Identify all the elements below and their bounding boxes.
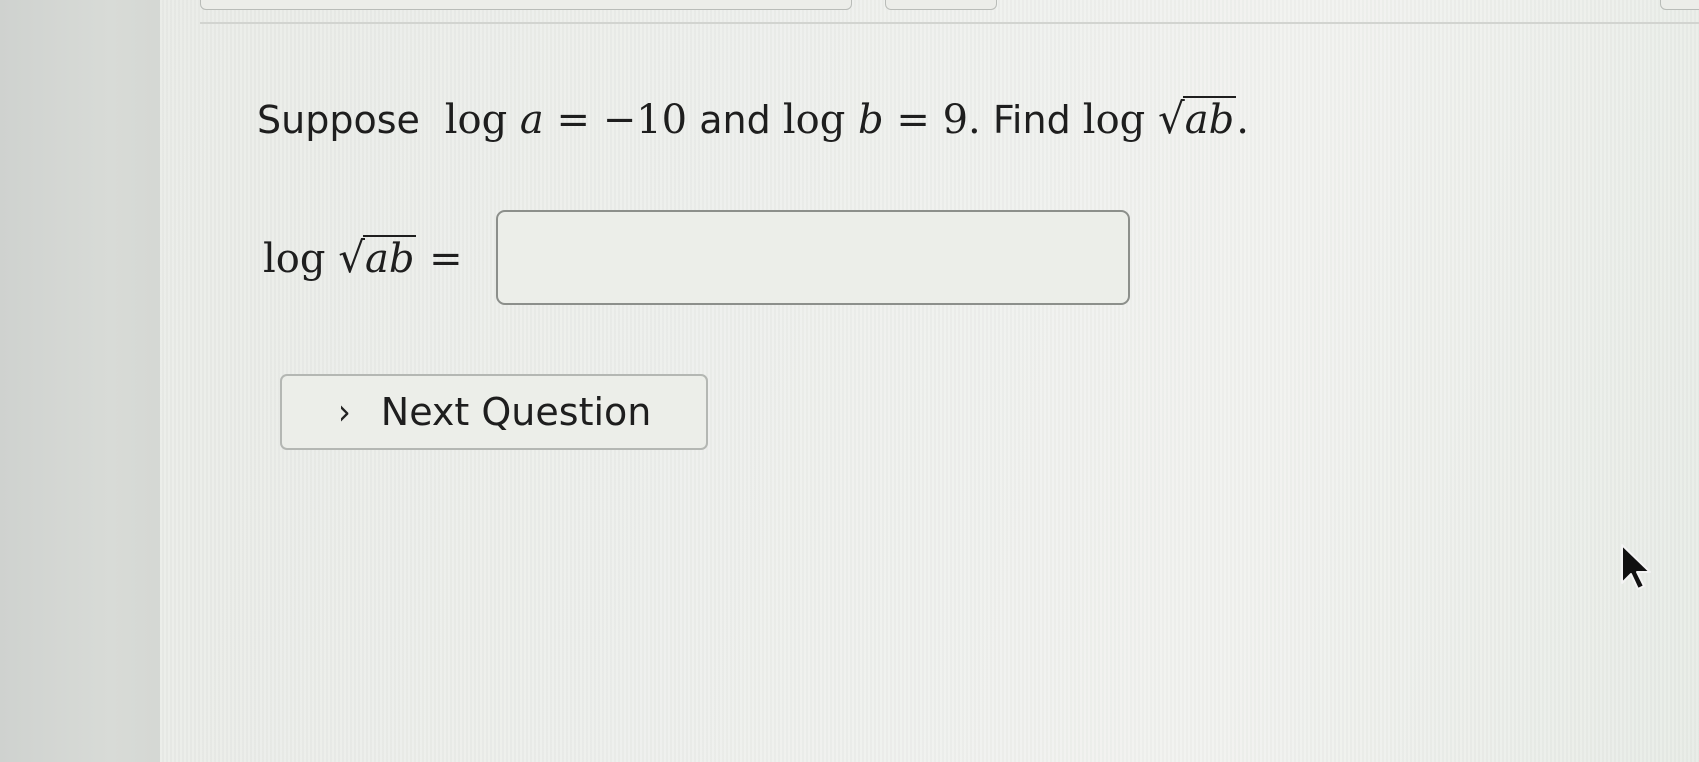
top-tab-left[interactable] [200,0,852,10]
radicand: ab [1182,96,1237,143]
log-token: log [444,97,508,143]
sqrt-expression: √ab [1158,90,1237,149]
question-prefix: Suppose [257,98,420,142]
question-text: Suppose log a = −10 and log b = 9. Find … [257,90,1249,149]
top-tab-right[interactable] [1660,0,1699,10]
next-question-button[interactable]: › Next Question [280,374,708,450]
top-divider [200,22,1699,24]
chevron-right-icon: › [338,391,351,433]
answer-label: log √ab = [263,233,463,282]
answer-input[interactable] [496,210,1130,305]
sqrt-icon: √ [1158,94,1185,143]
top-tab-middle[interactable] [885,0,997,10]
sqrt-expression: √ab [338,232,417,282]
period: . [968,97,981,143]
value-a: −10 [602,97,688,143]
math-log-sqrt-ab: log √ab. [1082,94,1249,143]
value-b: 9 [942,97,969,143]
log-token: log [782,97,846,143]
var-b: b [858,97,884,143]
equals-sign: = [896,97,930,143]
next-question-label: Next Question [380,390,652,434]
math-log-b: log b = 9. [783,97,981,143]
mouse-cursor-icon [1621,544,1651,590]
radicand: ab [362,234,417,282]
log-token: log [263,235,326,282]
math-log-a: log a = −10 [432,97,687,143]
sqrt-icon: √ [338,232,365,282]
connector-and: and [699,98,771,142]
left-gutter [0,0,185,762]
var-a: a [519,97,544,143]
period: . [1236,97,1249,143]
answer-row: log √ab = [263,222,463,292]
equals-sign: = [556,97,590,143]
find-word: Find [992,98,1071,142]
equals-sign: = [429,235,463,282]
log-token: log [1082,97,1146,143]
